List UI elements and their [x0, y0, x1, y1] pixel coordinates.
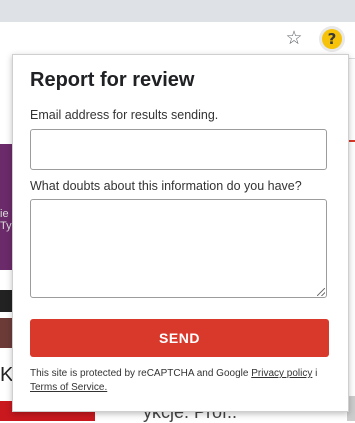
- background-block: [0, 290, 12, 312]
- email-label: Email address for results sending.: [30, 108, 219, 122]
- resize-handle-icon[interactable]: [317, 288, 325, 296]
- email-field[interactable]: [30, 129, 327, 170]
- terms-of-service-link[interactable]: Terms of Service.: [30, 382, 107, 393]
- question-mark-icon: ?: [322, 29, 342, 49]
- background-banner: [0, 144, 12, 270]
- privacy-policy-link[interactable]: Privacy policy: [251, 368, 312, 379]
- background-accent-line: [349, 140, 355, 142]
- conjunction-text: i: [315, 368, 318, 379]
- background-text-fragment: ie Ty: [0, 208, 12, 232]
- background-photo: [0, 318, 12, 348]
- popup-title: Report for review: [30, 69, 195, 91]
- star-outline-icon[interactable]: ☆: [284, 28, 304, 48]
- extension-button[interactable]: ?: [319, 26, 345, 52]
- browser-tab-strip: [0, 0, 355, 22]
- report-popup: Report for review Email address for resu…: [12, 54, 349, 412]
- recaptcha-notice: This site is protected by reCAPTCHA and …: [30, 367, 335, 395]
- doubts-textarea[interactable]: [30, 199, 327, 298]
- recaptcha-text: This site is protected by reCAPTCHA and …: [30, 368, 249, 379]
- send-button[interactable]: SEND: [30, 319, 329, 357]
- doubts-label: What doubts about this information do yo…: [30, 179, 302, 193]
